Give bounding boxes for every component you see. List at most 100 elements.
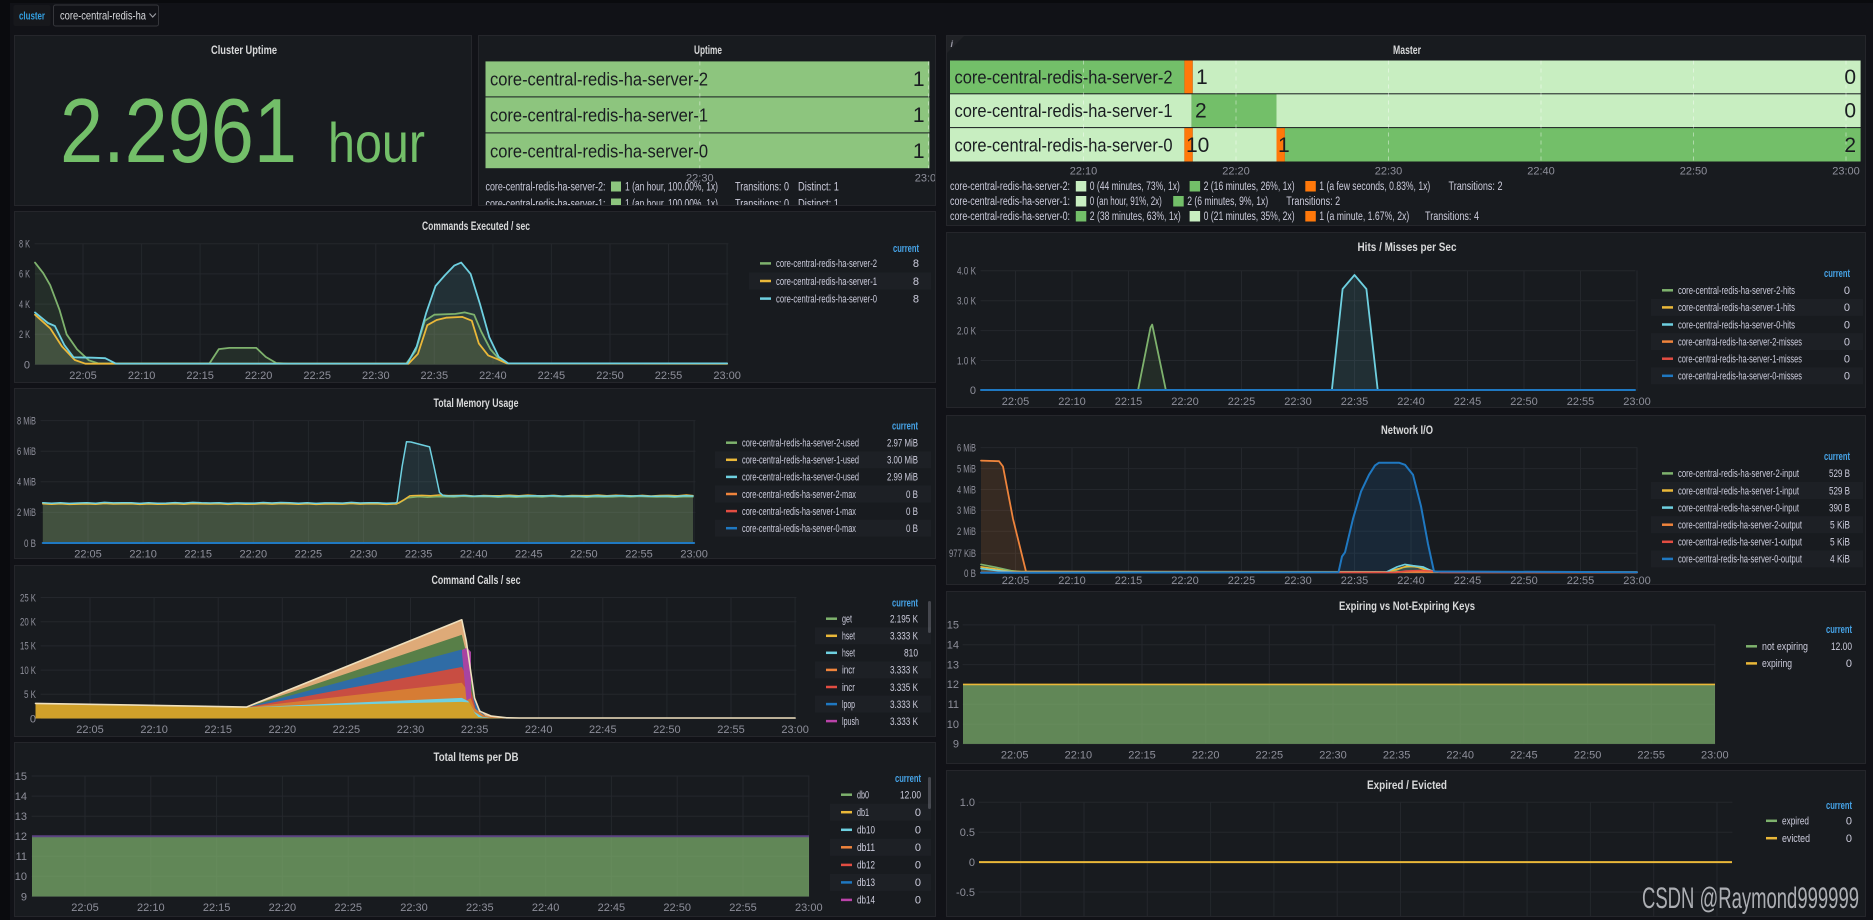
svg-text:22:40: 22:40 — [1527, 166, 1555, 178]
svg-text:22:10: 22:10 — [137, 902, 165, 914]
svg-text:5 KiB: 5 KiB — [1830, 520, 1850, 532]
svg-text:22:45: 22:45 — [589, 724, 617, 736]
svg-text:22:20: 22:20 — [1171, 396, 1199, 408]
svg-text:2 MiB: 2 MiB — [17, 507, 36, 519]
svg-text:22:35: 22:35 — [1383, 749, 1411, 761]
svg-text:9: 9 — [21, 891, 27, 903]
svg-text:4 K: 4 K — [19, 299, 30, 311]
svg-text:22:15: 22:15 — [186, 370, 214, 382]
svg-text:core-central-redis-ha-server-2: core-central-redis-ha-server-2-misses — [1678, 336, 1802, 348]
svg-text:0: 0 — [1844, 354, 1850, 366]
svg-text:evicted: evicted — [1782, 833, 1810, 845]
svg-text:core-central-redis-ha-server-1: core-central-redis-ha-server-1-hits — [1678, 302, 1795, 314]
svg-text:22:05: 22:05 — [1002, 396, 1030, 408]
svg-text:22:25: 22:25 — [1228, 575, 1256, 585]
svg-text:22:05: 22:05 — [74, 549, 102, 560]
svg-text:22:10: 22:10 — [129, 549, 157, 560]
svg-text:22:15: 22:15 — [204, 724, 232, 736]
svg-text:core-central-redis-ha-server-1: core-central-redis-ha-server-1-max — [742, 506, 856, 518]
svg-text:core-central-redis-ha-server-0: core-central-redis-ha-server-0: — [950, 211, 1070, 223]
svg-text:1.0: 1.0 — [960, 797, 975, 809]
svg-text:0 B: 0 B — [906, 506, 918, 518]
svg-text:22:30: 22:30 — [1284, 396, 1312, 408]
svg-text:22:30: 22:30 — [1375, 166, 1403, 178]
svg-text:8 K: 8 K — [19, 239, 30, 251]
svg-text:0 B: 0 B — [24, 538, 36, 550]
svg-text:core-central-redis-ha-server-1: core-central-redis-ha-server-1 — [955, 100, 1173, 121]
svg-text:hset: hset — [842, 631, 855, 643]
svg-text:22:05: 22:05 — [1002, 575, 1030, 585]
svg-text:core-central-redis-ha-server-1: core-central-redis-ha-server-1 — [776, 276, 877, 288]
svg-text:current: current — [893, 243, 919, 255]
svg-text:10: 10 — [1186, 134, 1209, 157]
svg-text:0: 0 — [1844, 100, 1856, 123]
svg-text:390 B: 390 B — [1829, 502, 1850, 514]
svg-text:22:45: 22:45 — [515, 549, 543, 560]
svg-text:22:30: 22:30 — [362, 370, 390, 382]
svg-text:22:05: 22:05 — [71, 902, 99, 914]
svg-text:core-central-redis-ha-server-2: core-central-redis-ha-server-2-output — [1678, 520, 1802, 532]
svg-text:22:10: 22:10 — [1070, 166, 1098, 178]
svg-text:1: 1 — [1278, 134, 1290, 157]
svg-text:22:10: 22:10 — [128, 370, 156, 382]
svg-text:22:50: 22:50 — [1510, 396, 1538, 408]
svg-text:2.99 MiB: 2.99 MiB — [887, 472, 918, 484]
svg-text:current: current — [1826, 800, 1852, 812]
svg-text:23:00: 23:00 — [1701, 749, 1729, 761]
svg-text:Total Items per DB: Total Items per DB — [434, 750, 519, 764]
svg-text:4 MiB: 4 MiB — [957, 484, 976, 496]
svg-text:0: 0 — [915, 842, 921, 854]
svg-text:22:40: 22:40 — [1397, 396, 1425, 408]
svg-text:1.0 K: 1.0 K — [957, 355, 976, 367]
svg-text:529 B: 529 B — [1829, 468, 1850, 480]
svg-text:22:45: 22:45 — [1454, 396, 1482, 408]
svg-text:Master: Master — [1393, 43, 1421, 57]
svg-text:db13: db13 — [857, 877, 875, 889]
svg-text:3.00 MiB: 3.00 MiB — [887, 455, 918, 467]
svg-text:22:50: 22:50 — [653, 724, 681, 736]
svg-text:cluster: cluster — [19, 11, 46, 23]
svg-text:lpush: lpush — [842, 716, 859, 728]
svg-text:8 MiB: 8 MiB — [17, 415, 36, 427]
svg-text:db14: db14 — [857, 895, 875, 907]
svg-text:core-central-redis-ha-server-0: core-central-redis-ha-server-0 — [490, 140, 708, 161]
svg-text:8: 8 — [913, 258, 919, 270]
svg-text:22:30: 22:30 — [397, 724, 425, 736]
svg-text:current: current — [1824, 451, 1850, 463]
svg-text:22:30: 22:30 — [350, 549, 378, 560]
svg-text:2 MiB: 2 MiB — [957, 526, 976, 538]
svg-text:hour: hour — [328, 111, 425, 174]
svg-text:22:20: 22:20 — [245, 370, 273, 382]
svg-text:core-central-redis-ha-server-2: core-central-redis-ha-server-2 — [490, 68, 708, 89]
svg-text:0: 0 — [1844, 66, 1856, 89]
svg-text:current: current — [895, 773, 921, 785]
svg-text:0 B: 0 B — [906, 523, 918, 535]
svg-text:22:35: 22:35 — [1341, 396, 1369, 408]
svg-text:22:20: 22:20 — [1171, 575, 1199, 585]
svg-text:2 (16 minutes, 26%, 1x): 2 (16 minutes, 26%, 1x) — [1204, 181, 1295, 193]
svg-text:22:10: 22:10 — [1058, 396, 1086, 408]
svg-text:22:45: 22:45 — [1454, 575, 1482, 585]
svg-text:core-central-redis-ha-server-0: core-central-redis-ha-server-0 — [955, 134, 1173, 155]
svg-text:810: 810 — [904, 648, 918, 660]
svg-text:22:05: 22:05 — [69, 370, 97, 382]
svg-text:not expiring: not expiring — [1762, 641, 1808, 653]
svg-text:22:45: 22:45 — [1510, 749, 1538, 761]
svg-text:core-central-redis-ha-server-2: core-central-redis-ha-server-2-hits — [1678, 285, 1795, 297]
svg-text:10 K: 10 K — [20, 665, 36, 677]
svg-text:25 K: 25 K — [20, 592, 36, 604]
svg-text:core-central-redis-ha-server-0: core-central-redis-ha-server-0 — [776, 293, 877, 305]
svg-text:current: current — [1824, 268, 1850, 280]
svg-text:0: 0 — [915, 807, 921, 819]
svg-text:Transitions: 2: Transitions: 2 — [1286, 196, 1340, 208]
svg-text:hset: hset — [842, 648, 855, 660]
svg-text:22:05: 22:05 — [1001, 749, 1029, 761]
svg-text:2: 2 — [1844, 134, 1856, 157]
svg-text:Transitions: 2: Transitions: 2 — [1449, 181, 1503, 193]
svg-text:Hits / Misses per Sec: Hits / Misses per Sec — [1358, 240, 1457, 254]
svg-text:core-central-redis-ha-server-2: core-central-redis-ha-server-2: — [486, 182, 606, 194]
svg-text:22:50: 22:50 — [663, 902, 691, 914]
svg-text:22:30: 22:30 — [1284, 575, 1312, 585]
svg-text:5 K: 5 K — [24, 689, 36, 701]
svg-text:10: 10 — [947, 719, 959, 731]
